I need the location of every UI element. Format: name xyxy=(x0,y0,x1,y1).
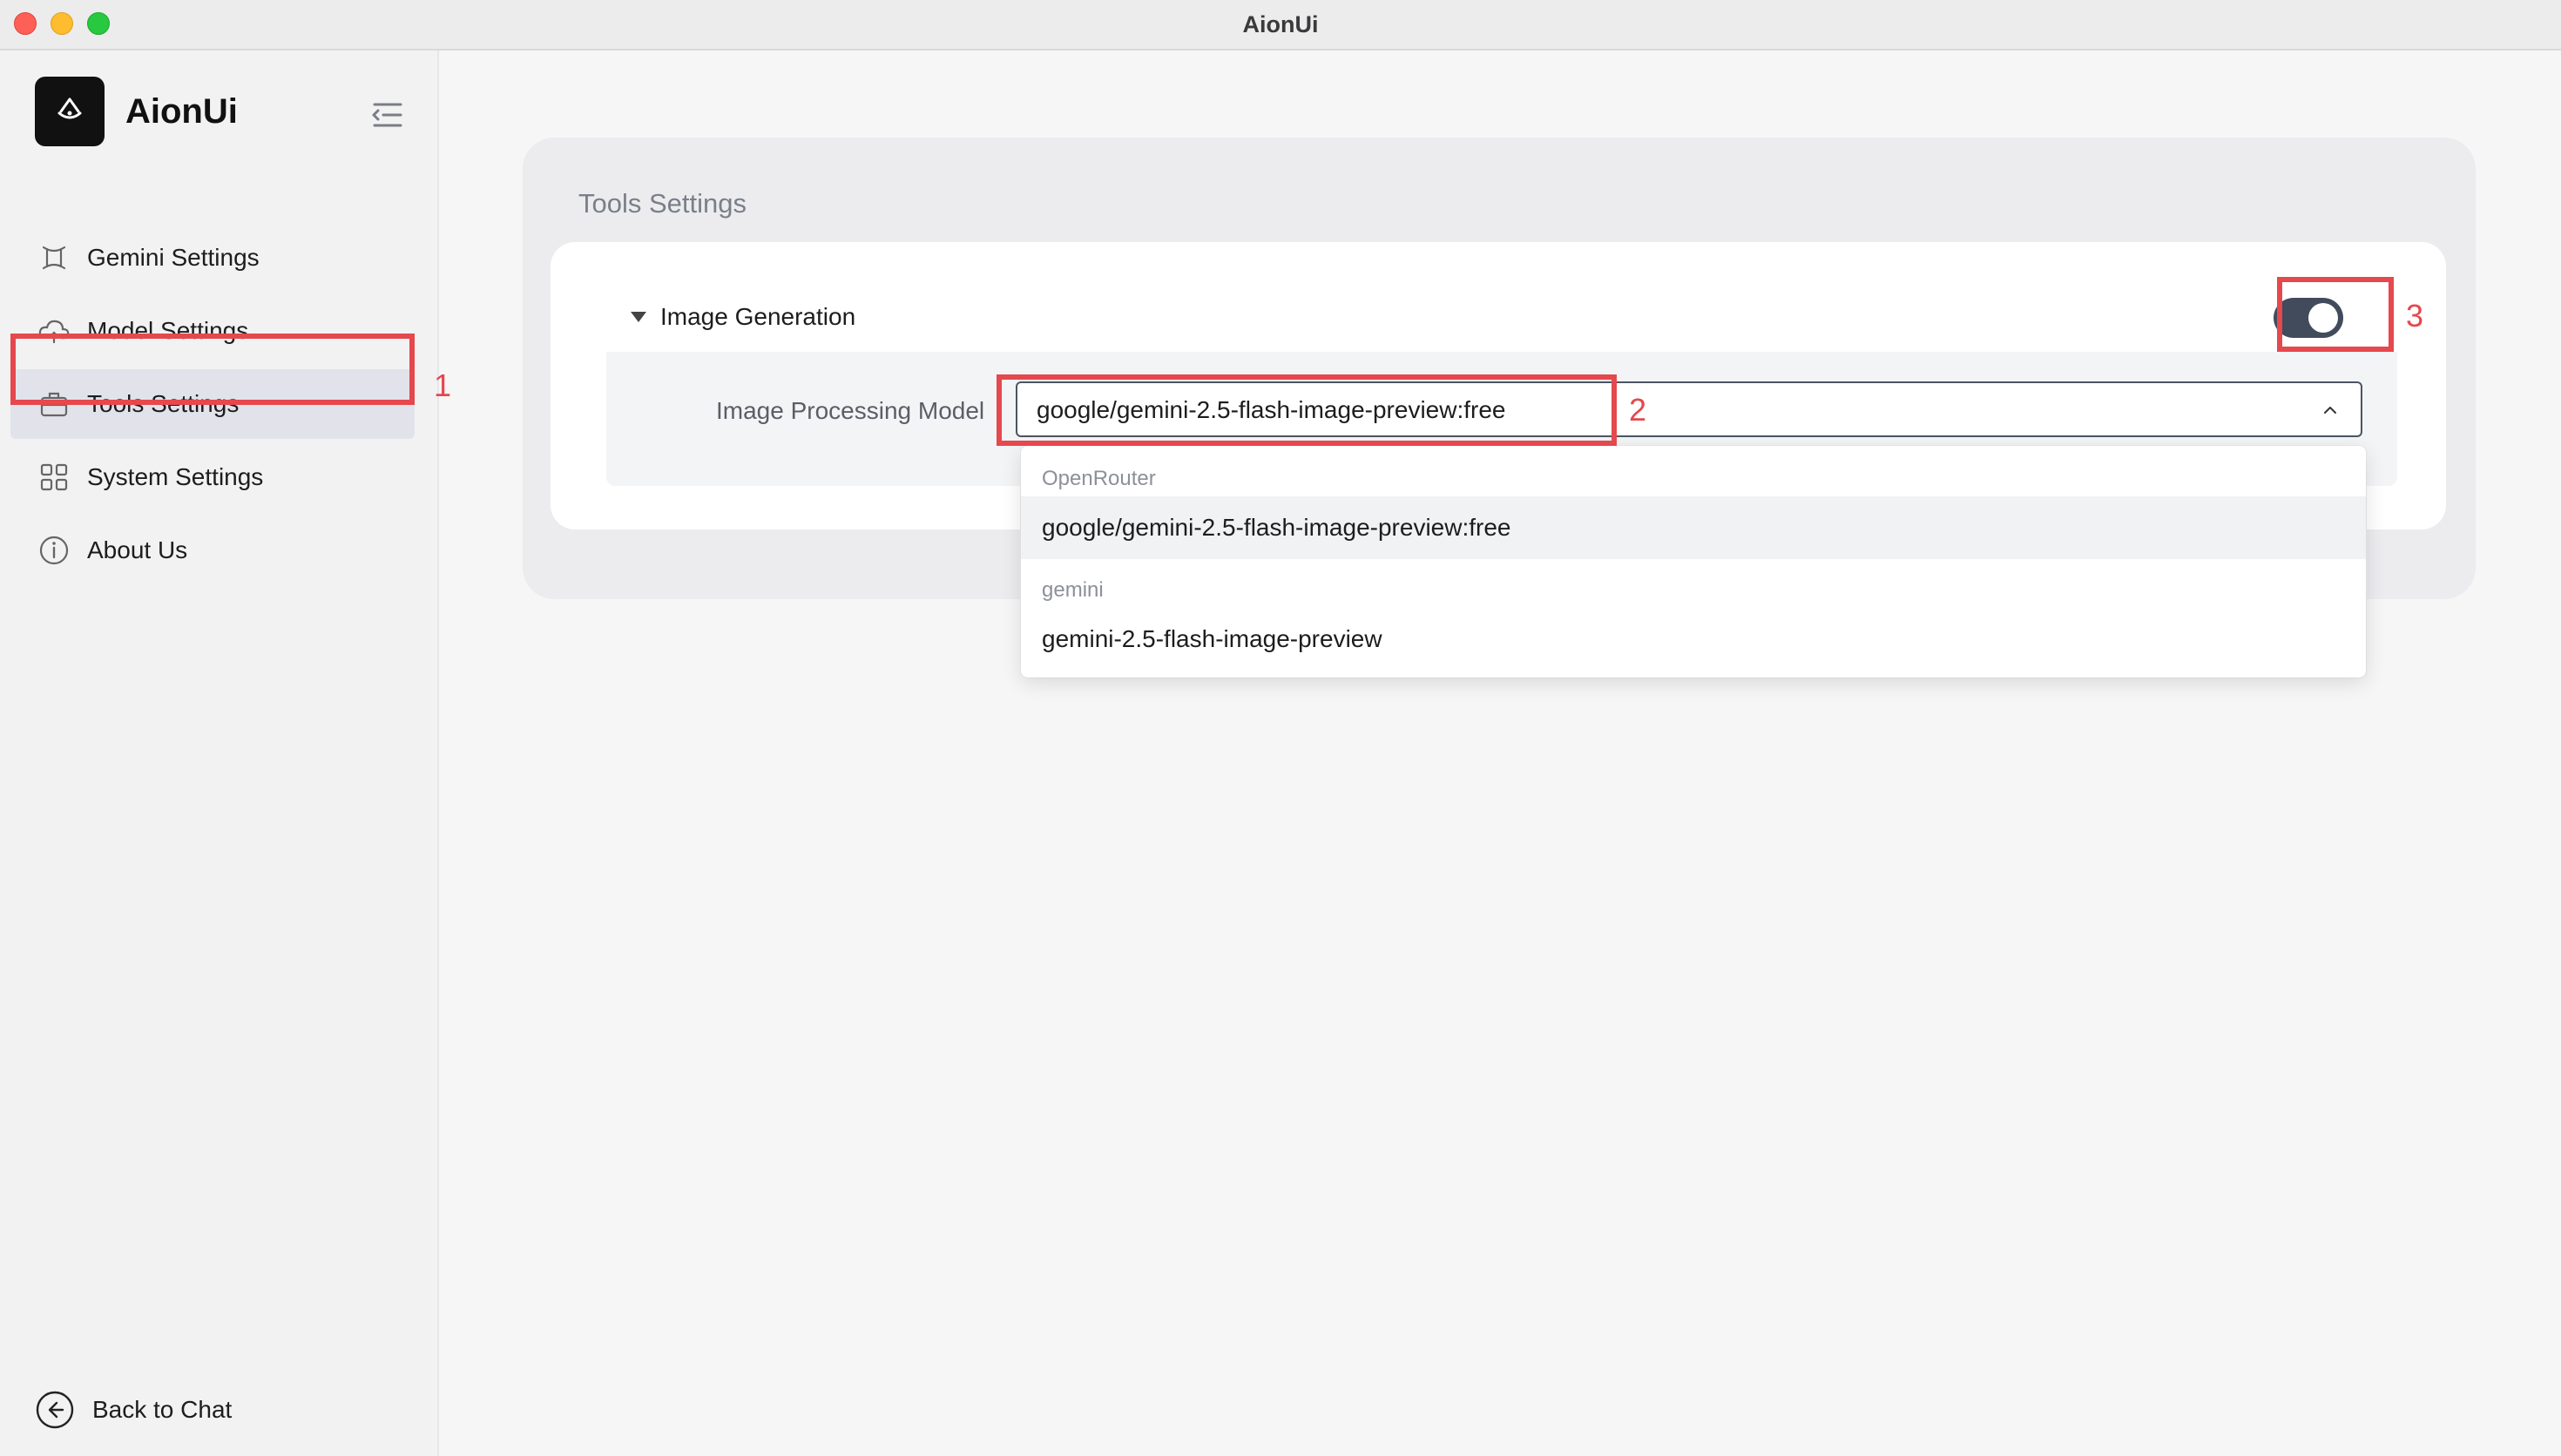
gemini-icon xyxy=(37,240,71,275)
window-title: AionUi xyxy=(1242,10,1319,37)
annotation-box-3 xyxy=(2277,277,2394,352)
annotation-number-1: 1 xyxy=(434,367,452,403)
section-title: Image Generation xyxy=(660,303,856,330)
sidebar-item-label: System Settings xyxy=(87,463,264,490)
dropdown-option[interactable]: google/gemini-2.5-flash-image-preview:fr… xyxy=(1021,496,2366,559)
close-window-button[interactable] xyxy=(14,12,37,35)
annotation-number-3: 3 xyxy=(2406,298,2424,334)
sidebar: AionUi Gemini Settings Model Settings To… xyxy=(0,51,439,1456)
sidebar-item-about-us[interactable]: About Us xyxy=(10,516,415,585)
brand: AionUi xyxy=(35,77,238,146)
brand-name: AionUi xyxy=(125,91,238,131)
dropdown-option[interactable]: gemini-2.5-flash-image-preview xyxy=(1021,608,2366,671)
minimize-window-button[interactable] xyxy=(51,12,73,35)
main-content: Tools Settings Image Generation Image Pr… xyxy=(439,51,2561,1456)
sidebar-item-label: About Us xyxy=(87,536,188,563)
app-window: AionUi AionUi Gemini Settings Model Sett… xyxy=(0,0,2561,1456)
annotation-box-2 xyxy=(997,374,1617,446)
annotation-number-2: 2 xyxy=(1629,392,1647,428)
title-bar: AionUi xyxy=(0,0,2561,51)
app-logo-icon xyxy=(35,77,105,146)
dropdown-group-label: gemini xyxy=(1042,578,1104,602)
sidebar-nav: Gemini Settings Model Settings Tools Set… xyxy=(10,223,415,589)
caret-down-icon xyxy=(631,312,646,322)
model-dropdown-menu: OpenRouter google/gemini-2.5-flash-image… xyxy=(1021,446,2366,677)
chevron-up-icon xyxy=(2322,402,2338,418)
image-processing-model-label: Image Processing Model xyxy=(716,397,985,424)
window-controls xyxy=(14,12,110,35)
back-to-chat-label: Back to Chat xyxy=(92,1396,233,1423)
page-title: Tools Settings xyxy=(578,188,747,219)
maximize-window-button[interactable] xyxy=(87,12,110,35)
arrow-left-circle-icon xyxy=(35,1390,75,1430)
collapse-sidebar-icon[interactable] xyxy=(366,98,408,132)
grid-icon xyxy=(37,460,71,495)
sidebar-item-label: Gemini Settings xyxy=(87,244,260,271)
info-icon xyxy=(37,533,71,568)
sidebar-item-system-settings[interactable]: System Settings xyxy=(10,442,415,512)
sidebar-item-gemini-settings[interactable]: Gemini Settings xyxy=(10,223,415,293)
back-to-chat-button[interactable]: Back to Chat xyxy=(35,1390,232,1430)
dropdown-group-label: OpenRouter xyxy=(1042,467,1156,490)
image-generation-collapse-header[interactable]: Image Generation xyxy=(631,303,855,331)
annotation-box-1 xyxy=(10,334,415,405)
